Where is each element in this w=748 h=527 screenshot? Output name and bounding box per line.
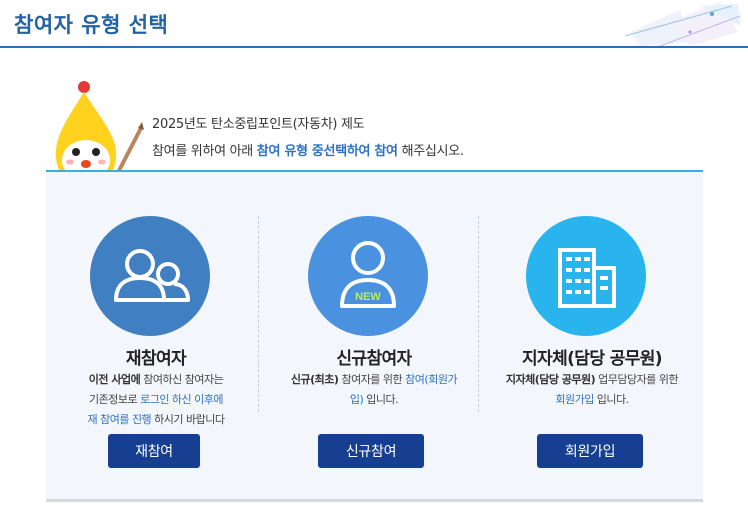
intro-text-highlight: 참여 유형 중선택하여 참여 [256,144,398,159]
description-text: 업무담당자를 위한 [595,373,679,386]
description-line: 입) 입니다. [274,390,474,410]
description-line: 지자체(담당 공무원) 업무담당자를 위한 [492,370,692,390]
description-text: 입니다. [363,393,399,406]
card-description: 신규(최초) 참여자를 위한 참여(회원가 입) 입니다. [274,370,474,410]
intro-text-line2: 참여를 위하여 아래 참여 유형 중선택하여 참여 해주십시오. [152,140,464,159]
description-line: 이전 사업에 참여하신 참여자는 [56,370,256,390]
group-users-icon [90,216,210,336]
card-title: 신규참여자 [336,349,412,369]
card-title: 지자체(담당 공무원) [522,349,663,369]
participant-type-panel: 재참여자 이전 사업에 참여하신 참여자는 기존정보로 로그인 하신 이후에 재 참… [46,170,703,502]
card-returning-participant: 재참여자 이전 사업에 참여하신 참여자는 기존정보로 로그인 하신 이후에 재 참… [48,172,264,502]
description-text: 참여자를 위한 [338,373,406,386]
description-text: 기존정보로 [88,393,141,406]
new-user-icon: NEW [308,216,428,336]
description-line: 신규(최초) 참여자를 위한 참여(회원가 [274,370,474,390]
header-decoration-icon [624,2,741,46]
intro-section: 2025년도 탄소중립포인트(자동차) 제도 참여를 위하여 아래 참여 유형 … [46,78,704,195]
building-icon [526,216,646,336]
card-description: 이전 사업에 참여하신 참여자는 기존정보로 로그인 하신 이후에 재 참여를 진행… [56,370,256,430]
description-text: 회원가입 [555,393,594,406]
new-join-button[interactable]: 신규참여 [318,434,424,468]
description-text: 재 참여를 진행 [87,413,152,426]
description-text: 하시기 바랍니다 [151,413,225,426]
description-text: 입니다. [593,393,629,406]
page-header: 참여자 유형 선택 [0,0,748,48]
description-text: 입) [349,393,364,406]
description-text: 로그인 하신 이후에 [140,393,224,406]
description-line: 기존정보로 로그인 하신 이후에 [56,390,256,410]
description-text: 참여(회원가 [405,373,458,386]
new-badge: NEW [355,291,381,303]
card-title: 재참여자 [125,349,187,369]
card-new-participant: NEW 신규참여자 신규(최초) 참여자를 위한 참여(회원가 입) 입니다. 신… [266,172,482,502]
description-line: 회원가입 입니다. [492,390,692,410]
intro-text-prefix: 참여를 위하여 아래 [152,144,257,159]
description-text: 이전 사업에 [88,373,141,386]
intro-text-suffix: 해주십시오. [397,144,464,159]
description-text: 지자체(담당 공무원) [505,373,596,386]
intro-text-line1: 2025년도 탄소중립포인트(자동차) 제도 [152,117,365,132]
rejoin-button[interactable]: 재참여 [108,434,200,468]
description-text: 신규(최초) [290,373,339,386]
description-line: 재 참여를 진행 하시기 바랍니다 [56,410,256,430]
card-description: 지자체(담당 공무원) 업무담당자를 위한 회원가입 입니다. [492,370,692,410]
page-title: 참여자 유형 선택 [14,13,169,37]
description-text: 참여하신 참여자는 [140,373,224,386]
register-button[interactable]: 회원가입 [537,434,643,468]
card-local-government: 지자체(담당 공무원) 지자체(담당 공무원) 업무담당자를 위한 회원가입 입니… [484,172,700,502]
